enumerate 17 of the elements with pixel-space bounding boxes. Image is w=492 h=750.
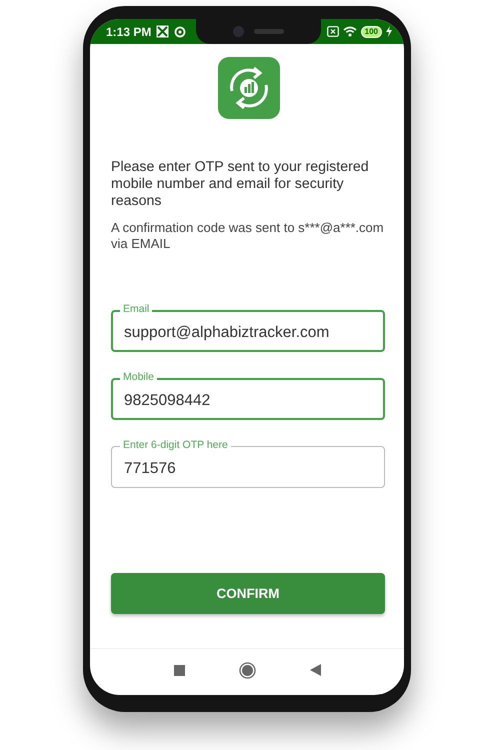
sync-icon	[174, 26, 186, 38]
recents-icon[interactable]	[174, 664, 184, 676]
battery-indicator: 100	[360, 26, 382, 38]
confirmation-text: A confirmation code was sent to s***@a***.com via EMAIL	[111, 220, 385, 252]
app-logo	[218, 57, 280, 119]
sim-icon	[326, 26, 339, 37]
notification-icon	[156, 25, 170, 38]
back-icon[interactable]	[310, 664, 320, 676]
instruction-text: Please enter OTP sent to your registered mobile number and email for security reasons	[111, 159, 370, 210]
status-time: 1:13 PM	[106, 24, 152, 38]
field-label: Mobile	[120, 371, 157, 383]
charging-icon	[386, 26, 392, 37]
home-icon[interactable]	[238, 662, 256, 678]
confirm-button[interactable]: CONFIRM	[111, 573, 385, 614]
field-label: Email	[120, 303, 152, 315]
wifi-icon	[342, 26, 357, 37]
field-label: Enter 6-digit OTP here	[120, 439, 231, 451]
